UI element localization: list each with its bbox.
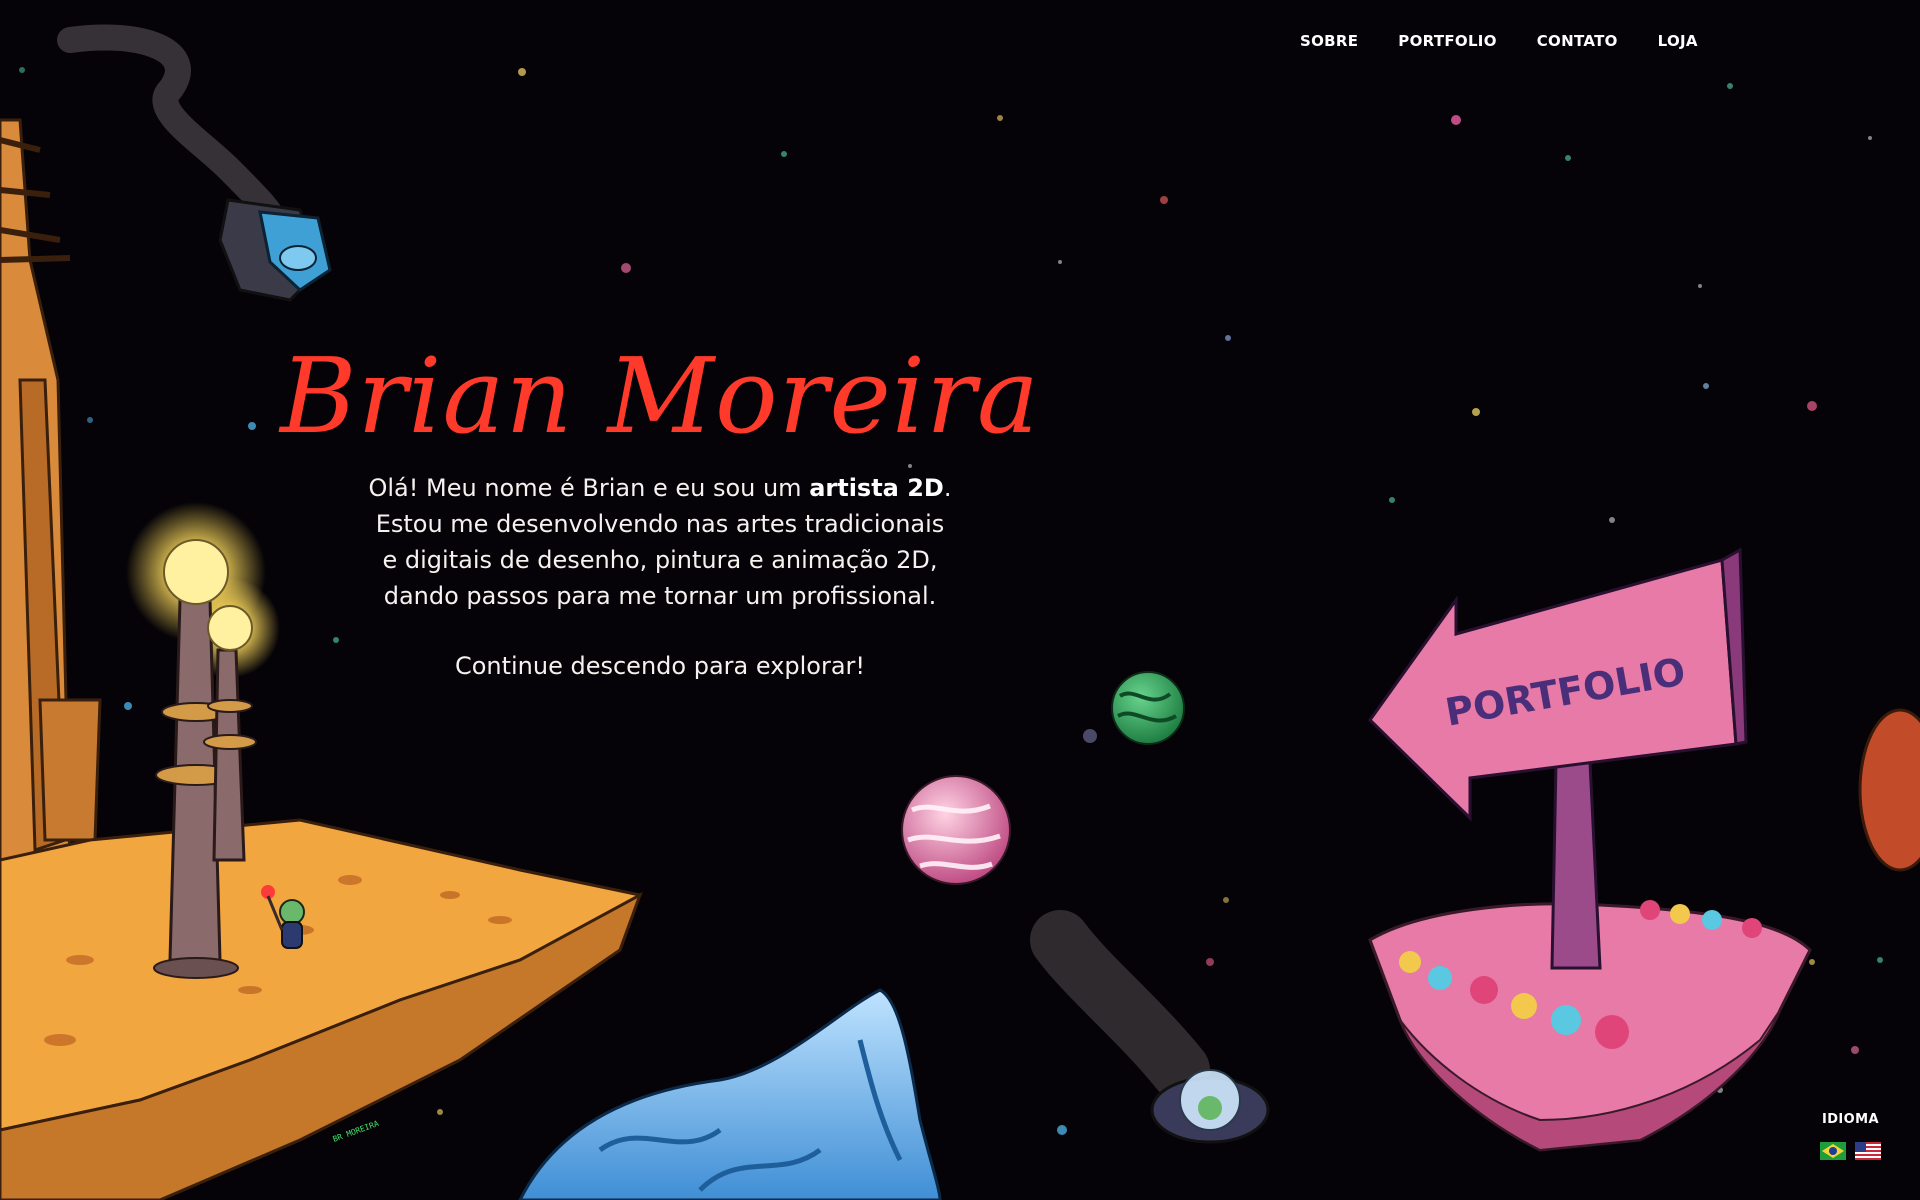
intro-highlight: artista 2D <box>809 474 944 502</box>
artist-signature: BR MOREIRA <box>332 1119 381 1144</box>
rocket-ship <box>57 24 332 302</box>
brazil-flag-icon[interactable] <box>1820 1142 1846 1160</box>
nav-link-contato[interactable]: CONTATO <box>1537 28 1618 54</box>
nav-link-loja[interactable]: LOJA <box>1658 28 1698 54</box>
intro-line-4: dando passos para me tornar um profissio… <box>383 582 937 610</box>
intro-line-3: e digitais de desenho, pintura e animaçã… <box>382 546 938 574</box>
nav-link-sobre[interactable]: SOBRE <box>1300 28 1358 54</box>
ice-rock <box>518 988 942 1200</box>
intro-line-1: Olá! Meu nome é Brian e eu sou um artist… <box>368 474 952 502</box>
hero-title: Brian Moreira <box>278 335 1040 457</box>
usa-flag-icon[interactable] <box>1855 1142 1881 1160</box>
flying-saucer <box>1030 910 1270 1144</box>
portfolio-island <box>1368 547 1812 1152</box>
intro-text: Olá! Meu nome é Brian e eu sou um artist… <box>350 470 970 614</box>
language-label: IDIOMA <box>1822 1112 1879 1127</box>
nav-link-portfolio[interactable]: PORTFOLIO <box>1398 28 1496 54</box>
intro-line-2: Estou me desenvolvendo nas artes tradici… <box>375 510 945 538</box>
orange-platform <box>0 818 643 1200</box>
main-nav: SOBRE PORTFOLIO CONTATO LOJA <box>1300 28 1738 54</box>
tower-illustration <box>0 118 102 882</box>
explore-prompt: Continue descendo para explorar! <box>454 652 866 680</box>
